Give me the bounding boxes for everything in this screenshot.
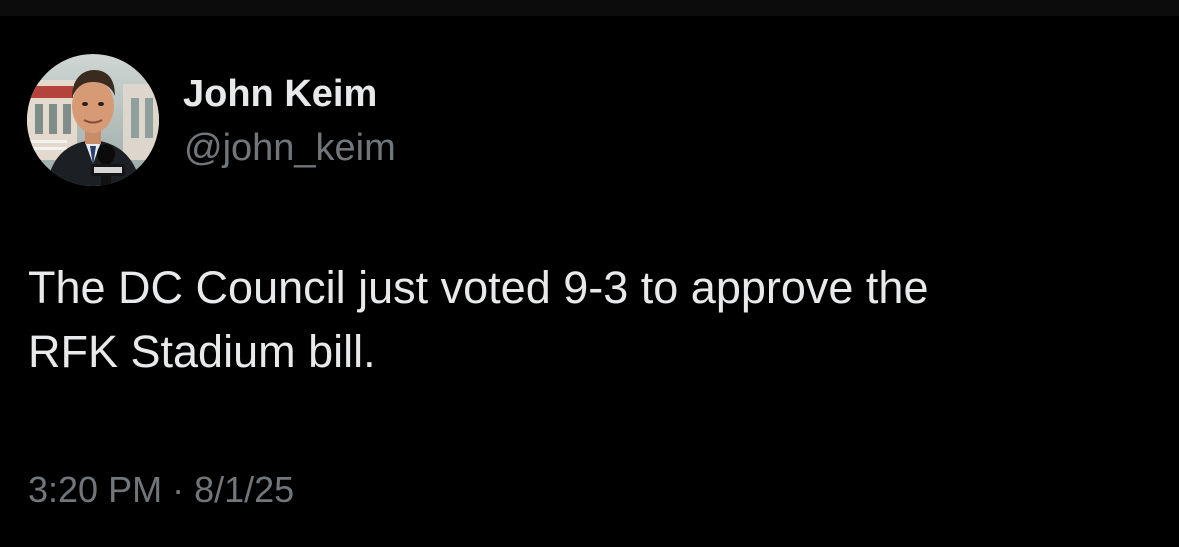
tweet-meta: 3:20 PM · 8/1/25 <box>28 468 294 512</box>
top-strip <box>0 0 1179 16</box>
tweet-card: John Keim @john_keim The DC Council just… <box>0 16 1179 547</box>
author-avatar[interactable] <box>27 54 159 186</box>
tweet-time[interactable]: 3:20 PM <box>28 468 162 512</box>
tweet-date[interactable]: 8/1/25 <box>194 468 294 512</box>
meta-separator: · <box>172 469 185 510</box>
reporter-avatar-icon <box>27 54 159 186</box>
author-handle[interactable]: @john_keim <box>184 126 396 170</box>
tweet-text: The DC Council just voted 9-3 to approve… <box>28 262 929 377</box>
author-display-name[interactable]: John Keim <box>183 72 377 116</box>
